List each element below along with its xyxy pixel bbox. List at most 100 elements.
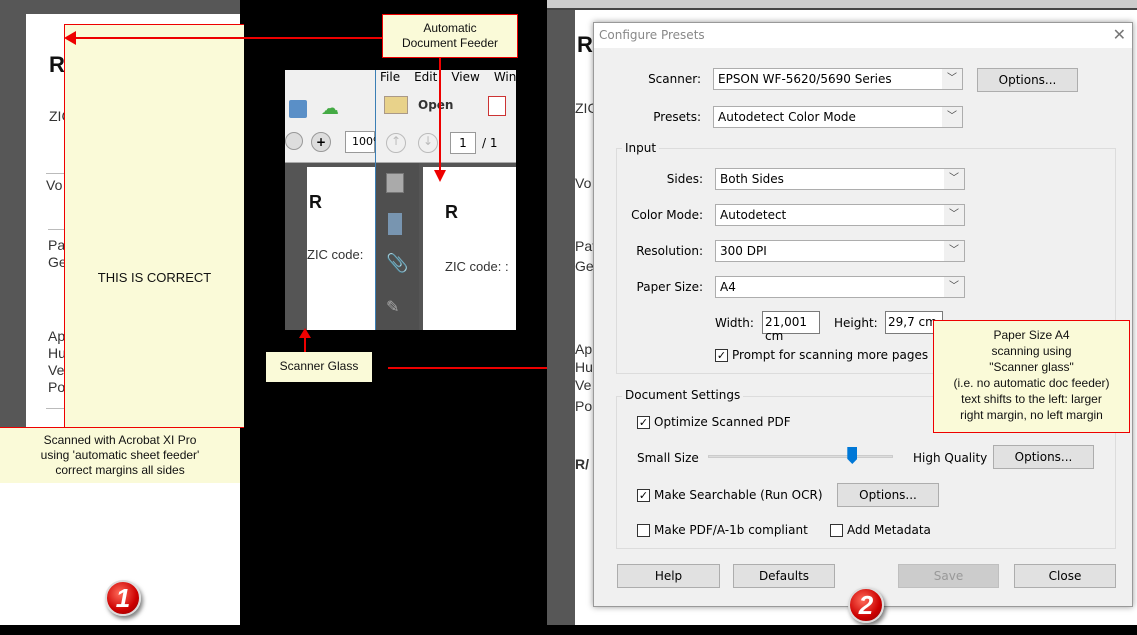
prev-page-icon[interactable]: ↑ [386, 133, 406, 153]
width-input[interactable]: 21,001 cm [762, 311, 820, 343]
width-label: Width: [715, 316, 754, 330]
doc-text: Vo [575, 175, 592, 191]
chevron-down-icon: ﹀ [944, 241, 964, 261]
sides-label: Sides: [666, 172, 703, 186]
arrow-head-icon [299, 328, 311, 338]
adf-callout: Automatic Document Feeder [382, 14, 518, 58]
add-metadata-checkbox[interactable]: Add Metadata [830, 523, 931, 537]
checkbox-unchecked-icon [637, 523, 650, 537]
annotation-line: right margin, no left margin [960, 408, 1103, 422]
color-mode-label: Color Mode: [631, 208, 703, 222]
overlay-text: THIS IS CORRECT [97, 270, 212, 285]
zoom-in-icon[interactable]: + [311, 132, 331, 152]
doc-text: ZIC code: : [445, 259, 509, 274]
prompt-label: Prompt for scanning more pages [732, 348, 929, 362]
small-size-label: Small Size [637, 451, 699, 465]
ocr-options-button[interactable]: Options... [837, 483, 939, 507]
annotation-line: Paper Size A4 [993, 328, 1070, 342]
prompt-more-pages-checkbox[interactable]: ✓ Prompt for scanning more pages [715, 348, 928, 362]
chevron-down-icon: ﹀ [944, 169, 964, 189]
quality-slider-track[interactable] [708, 455, 893, 458]
folder-icon[interactable] [384, 96, 408, 114]
annotation-line: text shifts to the left: larger [961, 392, 1102, 406]
presets-label: Presets: [653, 110, 701, 124]
menu-window[interactable]: Wind [494, 70, 516, 84]
doc-text: Pa [48, 237, 66, 253]
pages-icon[interactable] [386, 173, 404, 193]
upload-cloud-icon[interactable]: ☁ [321, 98, 339, 119]
pdfa-checkbox[interactable]: Make PDF/A-1b compliant [637, 523, 808, 537]
badge-1: 1 [105, 580, 141, 616]
ocr-label: Make Searchable (Run OCR) [654, 488, 823, 502]
attachment-icon[interactable]: 📎 [386, 253, 408, 274]
scanner-glass-annotation: Paper Size A4 scanning using "Scanner gl… [933, 320, 1130, 433]
resolution-label: Resolution: [636, 244, 703, 258]
menu-bar: File Edit View Wind [380, 70, 516, 84]
doc-text: ZIC code: [307, 247, 364, 262]
arrow-head-icon [64, 31, 76, 45]
document-settings-legend: Document Settings [622, 388, 744, 402]
chevron-down-icon: ﹀ [944, 277, 964, 297]
page-input[interactable]: 1 [450, 132, 476, 154]
checkbox-checked-icon: ✓ [637, 415, 650, 429]
save-icon[interactable] [289, 100, 307, 118]
arrow-line [70, 37, 382, 39]
resolution-select[interactable]: 300 DPI ﹀ [715, 240, 965, 262]
open-button[interactable]: Open [418, 98, 453, 112]
doc-text: Po [48, 379, 66, 395]
paper-size-label: Paper Size: [636, 280, 703, 294]
next-page-icon[interactable]: ↓ [418, 133, 438, 153]
create-pdf-icon[interactable] [488, 96, 506, 116]
arrow-line [388, 367, 550, 369]
annotation-line: (i.e. no automatic doc feeder) [953, 376, 1110, 390]
doc-heading: R [445, 202, 458, 222]
presets-select[interactable]: Autodetect Color Mode ﹀ [713, 106, 963, 128]
run-ocr-checkbox[interactable]: ✓ Make Searchable (Run OCR) [637, 488, 823, 502]
caption-line: correct margins all sides [55, 463, 185, 477]
optimize-label: Optimize Scanned PDF [654, 415, 791, 429]
caption-line: using 'automatic sheet feeder' [40, 448, 200, 462]
doc-text: Hu [575, 359, 593, 375]
close-icon[interactable]: ✕ [1113, 25, 1126, 44]
scanner-select[interactable]: EPSON WF-5620/5690 Series ﹀ [713, 68, 963, 90]
scanner-value: EPSON WF-5620/5690 Series [718, 72, 892, 86]
defaults-button[interactable]: Defaults [733, 564, 835, 588]
arrow-head-icon [434, 170, 446, 182]
caption-line: Scanned with Acrobat XI Pro [43, 433, 197, 447]
doc-text: Ve [575, 377, 592, 393]
quality-options-button[interactable]: Options... [993, 445, 1094, 469]
metadata-label: Add Metadata [847, 523, 931, 537]
sides-select[interactable]: Both Sides ﹀ [715, 168, 965, 190]
arrow-line [439, 58, 441, 174]
doc-heading: R [49, 52, 65, 77]
doc-text: Vo [46, 177, 63, 193]
signature-icon[interactable]: ✎ [386, 297, 399, 316]
color-mode-select[interactable]: Autodetect ﹀ [715, 204, 965, 226]
optimize-pdf-checkbox[interactable]: ✓ Optimize Scanned PDF [637, 415, 791, 429]
checkbox-checked-icon: ✓ [715, 348, 728, 362]
doc-text: Ve [48, 362, 65, 378]
nav-pane: 📎 ✎ [376, 163, 419, 330]
paper-size-select[interactable]: A4 ﹀ [715, 276, 965, 298]
badge-2: 2 [848, 587, 884, 623]
bookmark-icon[interactable] [388, 213, 402, 235]
menu-file[interactable]: File [380, 70, 400, 84]
close-button[interactable]: Close [1014, 564, 1116, 588]
correct-overlay: THIS IS CORRECT [64, 24, 244, 428]
annotation-line: scanning using [991, 344, 1072, 358]
help-button[interactable]: Help [617, 564, 720, 588]
menu-view[interactable]: View [451, 70, 479, 84]
zoom-out-icon[interactable] [285, 132, 303, 150]
dialog-title: Configure Presets [599, 28, 705, 42]
chevron-down-icon: ﹀ [944, 205, 964, 225]
scanner-label: Scanner: [648, 72, 701, 86]
right-viewer-background [547, 10, 575, 625]
menu-edit[interactable]: Edit [414, 70, 437, 84]
save-button[interactable]: Save [898, 564, 999, 588]
callout-line: Document Feeder [401, 36, 499, 50]
right-toolbar: File Edit View Wind Open ↑ ↓ 1 / 1 [376, 70, 516, 163]
callout-line: Automatic [423, 21, 477, 35]
zoom-input[interactable]: 100% [345, 131, 383, 153]
doc-text: Ap [48, 328, 66, 344]
scanner-options-button[interactable]: Options... [977, 68, 1078, 92]
